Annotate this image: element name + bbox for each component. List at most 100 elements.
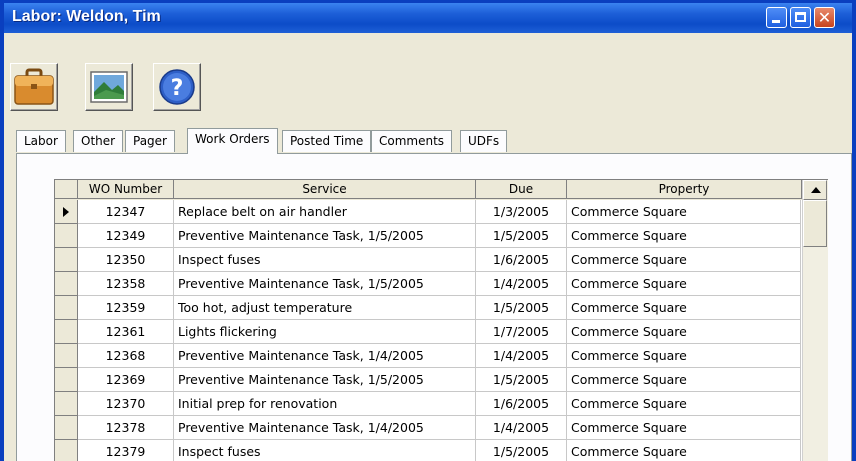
close-button[interactable]: ✕ [814, 7, 835, 28]
due-cell[interactable]: 1/5/2005 [476, 440, 567, 461]
vertical-scrollbar[interactable] [802, 180, 828, 461]
tab-other[interactable]: Other [73, 130, 124, 152]
table-row[interactable]: 12369 Preventive Maintenance Task, 1/5/20… [55, 368, 801, 392]
wo-number-cell[interactable]: 12359 [78, 296, 174, 320]
row-selector[interactable] [55, 296, 78, 320]
briefcase-button[interactable] [10, 63, 58, 111]
close-icon: ✕ [817, 8, 832, 27]
table-row[interactable]: 12359 Too hot, adjust temperature 1/5/2005… [55, 296, 801, 320]
table-row[interactable]: 12379 Inspect fuses 1/5/2005 Commerce Squar… [55, 440, 801, 461]
service-cell[interactable]: Preventive Maintenance Task, 1/5/2005 [174, 368, 476, 392]
service-cell[interactable]: Preventive Maintenance Task, 1/4/2005 [174, 344, 476, 368]
wo-number-cell[interactable]: 12347 [78, 200, 174, 224]
wo-number-cell[interactable]: 12370 [78, 392, 174, 416]
row-selector[interactable] [55, 224, 78, 248]
row-selector[interactable] [55, 248, 78, 272]
row-selector[interactable] [55, 416, 78, 440]
table-row[interactable]: 12378 Preventive Maintenance Task, 1/4/20… [55, 416, 801, 440]
wo-number-cell[interactable]: 12378 [78, 416, 174, 440]
due-cell[interactable]: 1/5/2005 [476, 296, 567, 320]
landscape-picture-icon [90, 71, 128, 103]
current-row-arrow-icon [63, 207, 69, 217]
maximize-icon [795, 12, 806, 22]
wo-number-cell[interactable]: 12368 [78, 344, 174, 368]
property-cell[interactable]: Commerce Square [567, 224, 801, 248]
service-cell[interactable]: Inspect fuses [174, 440, 476, 461]
scroll-up-icon [811, 187, 821, 193]
wo-number-cell[interactable]: 12350 [78, 248, 174, 272]
help-button[interactable]: ? [153, 63, 201, 111]
due-cell[interactable]: 1/4/2005 [476, 416, 567, 440]
property-cell[interactable]: Commerce Square [567, 392, 801, 416]
labor-window: Labor: Weldon, Tim ✕ ? Labor Other Pager… [0, 0, 856, 461]
due-cell[interactable]: 1/6/2005 [476, 392, 567, 416]
due-cell[interactable]: 1/7/2005 [476, 320, 567, 344]
property-cell[interactable]: Commerce Square [567, 344, 801, 368]
minimize-icon [772, 20, 780, 23]
service-cell[interactable]: Preventive Maintenance Task, 1/5/2005 [174, 272, 476, 296]
property-cell[interactable]: Commerce Square [567, 416, 801, 440]
table-row[interactable]: 12349 Preventive Maintenance Task, 1/5/20… [55, 224, 801, 248]
property-cell[interactable]: Commerce Square [567, 200, 801, 224]
property-cell[interactable]: Commerce Square [567, 368, 801, 392]
row-selector-header [55, 180, 78, 199]
row-selector[interactable] [55, 368, 78, 392]
property-cell[interactable]: Commerce Square [567, 296, 801, 320]
table-row[interactable]: 12361 Lights flickering 1/7/2005 Commerce S… [55, 320, 801, 344]
property-cell[interactable]: Commerce Square [567, 272, 801, 296]
help-icon: ? [159, 69, 195, 105]
table-row[interactable]: 12368 Preventive Maintenance Task, 1/4/20… [55, 344, 801, 368]
row-selector[interactable] [55, 440, 78, 461]
column-header-service[interactable]: Service [174, 180, 476, 199]
tab-comments[interactable]: Comments [371, 130, 453, 152]
service-cell[interactable]: Preventive Maintenance Task, 1/4/2005 [174, 416, 476, 440]
row-selector[interactable] [55, 320, 78, 344]
due-cell[interactable]: 1/5/2005 [476, 224, 567, 248]
service-cell[interactable]: Inspect fuses [174, 248, 476, 272]
wo-number-cell[interactable]: 12349 [78, 224, 174, 248]
due-cell[interactable]: 1/3/2005 [476, 200, 567, 224]
service-cell[interactable]: Lights flickering [174, 320, 476, 344]
scroll-thumb[interactable] [803, 200, 827, 247]
wo-number-cell[interactable]: 12369 [78, 368, 174, 392]
tab-pager[interactable]: Pager [125, 130, 175, 152]
due-cell[interactable]: 1/4/2005 [476, 272, 567, 296]
due-cell[interactable]: 1/5/2005 [476, 368, 567, 392]
wo-number-cell[interactable]: 12379 [78, 440, 174, 461]
title-bar[interactable]: Labor: Weldon, Tim ✕ [4, 3, 852, 33]
minimize-button[interactable] [766, 7, 787, 28]
property-cell[interactable]: Commerce Square [567, 248, 801, 272]
wo-number-cell[interactable]: 12358 [78, 272, 174, 296]
service-cell[interactable]: Initial prep for renovation [174, 392, 476, 416]
tab-labor[interactable]: Labor [16, 130, 66, 152]
briefcase-icon [14, 68, 54, 105]
table-row[interactable]: 12370 Initial prep for renovation 1/6/2005… [55, 392, 801, 416]
help-glyph: ? [171, 76, 184, 101]
tab-udfs[interactable]: UDFs [460, 130, 508, 152]
service-cell[interactable]: Replace belt on air handler [174, 200, 476, 224]
row-selector[interactable] [55, 200, 78, 224]
row-selector[interactable] [55, 392, 78, 416]
window-title: Labor: Weldon, Tim [12, 8, 161, 25]
work-orders-grid: WO Number Service Due Property 12347 Repl… [54, 179, 828, 461]
table-row[interactable]: 12347 Replace belt on air handler 1/3/2005… [55, 200, 801, 224]
column-header-wo-number[interactable]: WO Number [78, 180, 174, 199]
scroll-up-button[interactable] [803, 180, 827, 200]
table-row[interactable]: 12358 Preventive Maintenance Task, 1/5/20… [55, 272, 801, 296]
maximize-button[interactable] [790, 7, 811, 28]
tab-posted-time[interactable]: Posted Time [282, 130, 372, 152]
service-cell[interactable]: Too hot, adjust temperature [174, 296, 476, 320]
row-selector[interactable] [55, 272, 78, 296]
row-selector[interactable] [55, 344, 78, 368]
column-header-due[interactable]: Due [476, 180, 567, 199]
property-cell[interactable]: Commerce Square [567, 320, 801, 344]
property-cell[interactable]: Commerce Square [567, 440, 801, 461]
due-cell[interactable]: 1/6/2005 [476, 248, 567, 272]
service-cell[interactable]: Preventive Maintenance Task, 1/5/2005 [174, 224, 476, 248]
column-header-property[interactable]: Property [567, 180, 802, 199]
due-cell[interactable]: 1/4/2005 [476, 344, 567, 368]
picture-button[interactable] [85, 63, 133, 111]
table-row[interactable]: 12350 Inspect fuses 1/6/2005 Commerce Squar… [55, 248, 801, 272]
wo-number-cell[interactable]: 12361 [78, 320, 174, 344]
tab-work-orders[interactable]: Work Orders [187, 128, 278, 154]
